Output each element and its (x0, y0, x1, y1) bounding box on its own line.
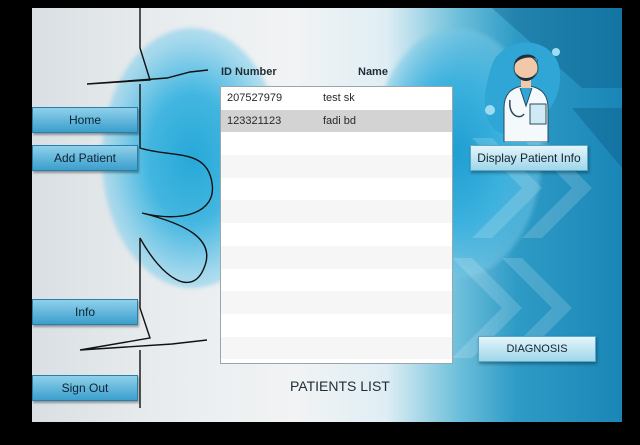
diagnosis-button[interactable]: DIAGNOSIS (478, 336, 596, 362)
column-header-name[interactable]: Name (358, 66, 388, 78)
patient-name-cell: test sk (323, 92, 355, 104)
list-row (221, 269, 452, 292)
add-patient-button[interactable]: Add Patient (32, 145, 138, 171)
display-patient-info-label: Display Patient Info (477, 151, 581, 165)
home-button[interactable]: Home (32, 107, 138, 133)
info-button-label: Info (74, 305, 95, 319)
display-patient-info-button[interactable]: Display Patient Info (470, 145, 588, 171)
list-row[interactable]: 123321123 fadi bd (221, 109, 452, 133)
list-row (221, 200, 452, 224)
patients-list[interactable]: 207527979 test sk 123321123 fadi bd (220, 86, 453, 364)
list-row (221, 155, 452, 178)
list-row (221, 314, 452, 337)
sign-out-button[interactable]: Sign Out (32, 375, 138, 401)
doctor-illustration-icon (484, 42, 561, 142)
list-row (221, 223, 452, 246)
patient-id-cell: 123321123 (227, 114, 282, 127)
list-row (221, 291, 452, 314)
diagnosis-button-label: DIAGNOSIS (506, 343, 568, 355)
column-header-id[interactable]: ID Number (221, 66, 277, 78)
patients-list-title: PATIENTS LIST (290, 378, 390, 394)
list-row[interactable]: 207527979 test sk (221, 87, 452, 110)
info-button[interactable]: Info (32, 299, 138, 325)
sign-out-button-label: Sign Out (61, 381, 109, 395)
list-row (221, 336, 452, 360)
list-row (221, 132, 452, 155)
list-row (221, 178, 452, 201)
patient-id-cell: 207527979 (227, 92, 283, 104)
list-row (221, 245, 452, 269)
home-button-label: Home (68, 113, 101, 127)
patient-name-cell: fadi bd (323, 114, 357, 127)
add-patient-button-label: Add Patient (53, 151, 117, 165)
app-window: Home Add Patient Info Sign Out ID Number… (32, 8, 622, 422)
